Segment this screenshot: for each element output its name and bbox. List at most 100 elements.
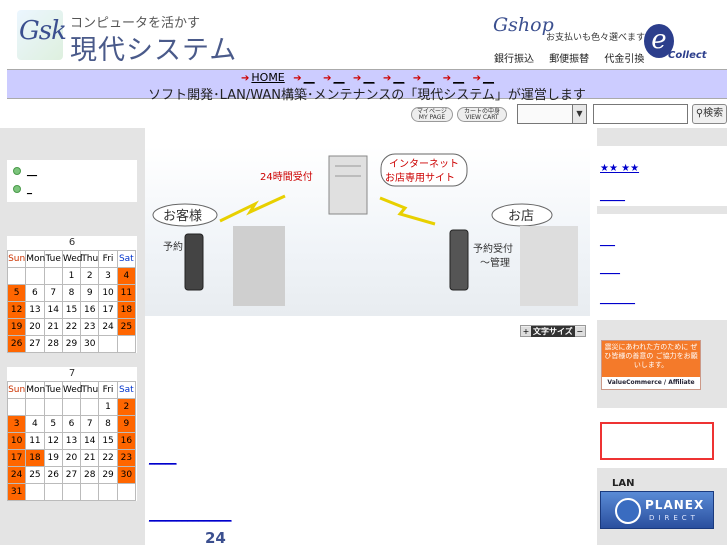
arrow-icon: ➔ bbox=[472, 73, 481, 84]
right-link-2[interactable]: ____ bbox=[600, 264, 620, 275]
calendar-day: 21 bbox=[43, 318, 63, 336]
search-button[interactable]: ⚲検索 bbox=[692, 104, 727, 124]
calendar-day bbox=[43, 483, 63, 501]
internet-text: インターネット bbox=[389, 158, 459, 170]
calendar-weekday: Tue bbox=[43, 381, 63, 399]
calendar-day: 12 bbox=[6, 301, 27, 319]
calendar-day: 14 bbox=[43, 301, 63, 319]
customer-photo bbox=[233, 226, 285, 306]
nav-link-4[interactable]: __ bbox=[393, 71, 404, 84]
font-decrease-button[interactable]: − bbox=[574, 327, 585, 336]
phone-left-icon bbox=[184, 233, 204, 291]
payment-note: お支払いも色々選べます bbox=[546, 33, 646, 43]
view-cart-button[interactable]: カートの中身 VIEW CART bbox=[457, 107, 507, 122]
calendar-day: 15 bbox=[61, 301, 82, 319]
calendar-weekday: Wed bbox=[61, 250, 82, 268]
arrow-icon: ➔ bbox=[442, 73, 452, 84]
calendar-july: 7 Sun Mon Tue Wed Thu Fri Sat 1 2 3 4 5 6 7 8 9 10 11 12 13 1… bbox=[6, 367, 137, 501]
nav-link-7[interactable]: __ bbox=[483, 71, 494, 84]
calendar-day: 18 bbox=[25, 449, 45, 467]
site-name[interactable]: 現代システム bbox=[70, 28, 237, 67]
search-input[interactable] bbox=[593, 104, 688, 124]
globe-icon bbox=[615, 498, 641, 524]
shop-bubble-text: お店 bbox=[508, 209, 534, 224]
calendar-day: 25 bbox=[25, 466, 45, 484]
pay-method-cod: 代金引換 bbox=[604, 54, 645, 65]
nav-link-3[interactable]: __ bbox=[363, 71, 374, 84]
chevron-down-icon[interactable]: ▼ bbox=[572, 105, 586, 123]
calendar-day: 25 bbox=[116, 318, 137, 336]
shop-site-text: お店専用サイト bbox=[385, 171, 455, 184]
arrow-icon: ➔ bbox=[353, 73, 362, 84]
nav-band: ➔ HOME ➔ __ ➔ __ ➔ __ ➔ __ ➔ __ ➔ __ ➔ __ ソフト開発･… bbox=[7, 69, 727, 103]
font-increase-button[interactable]: + bbox=[521, 327, 531, 336]
category-select[interactable]: ▼ bbox=[517, 104, 587, 124]
calendar-day: 28 bbox=[80, 466, 100, 484]
nav-link-2[interactable]: __ bbox=[334, 71, 345, 84]
calendar-day: 10 bbox=[6, 432, 27, 450]
calendar-weekday: Sun bbox=[6, 250, 27, 268]
calendar-weekday: Mon bbox=[25, 381, 45, 399]
nav-link-1[interactable]: __ bbox=[304, 71, 315, 84]
left-menu-link[interactable]: _ bbox=[27, 184, 32, 195]
server-icon bbox=[328, 155, 368, 215]
left-menu-link[interactable]: __ bbox=[27, 166, 37, 177]
center-link-2[interactable]: _______________ bbox=[149, 509, 232, 522]
payment-methods: 銀行振込 郵便振替 代金引換 bbox=[494, 50, 652, 65]
right-link-a[interactable]: _____ bbox=[600, 191, 625, 202]
calendar-day: 16 bbox=[116, 432, 137, 450]
nav-link-5[interactable]: __ bbox=[423, 71, 434, 84]
nav-tagline: ソフト開発･LAN/WAN構築･メンテナンスの「現代システム」が運営します bbox=[148, 88, 586, 103]
calendar-weekday: Thu bbox=[80, 381, 100, 399]
calendar-day: 8 bbox=[61, 284, 82, 302]
font-size-label: 文字サイズ bbox=[531, 326, 575, 337]
center-number: 24 bbox=[205, 529, 226, 545]
gsk-logo[interactable]: Gsk bbox=[17, 10, 69, 62]
left-menu-item[interactable]: __ bbox=[13, 166, 37, 177]
donation-banner[interactable]: 震災にあわれた方のために ぜひ皆様の善意の ご協力をお願いします。 ValueC… bbox=[601, 340, 701, 390]
calendar-weekday: Tue bbox=[43, 250, 63, 268]
calendar-weekday: Thu bbox=[80, 250, 100, 268]
ad-placeholder[interactable] bbox=[600, 422, 714, 460]
calendar-day: 16 bbox=[80, 301, 100, 319]
nav-home-link[interactable]: HOME bbox=[251, 71, 284, 84]
calendar-day: 3 bbox=[98, 267, 118, 285]
calendar-day: 26 bbox=[6, 335, 27, 353]
calendar-weekday: Mon bbox=[25, 250, 45, 268]
arrow-icon: ➔ bbox=[241, 73, 250, 84]
planex-name: PLANEX bbox=[645, 498, 705, 512]
nav-link-6[interactable]: __ bbox=[453, 71, 464, 84]
calendar-month-title: 7 bbox=[68, 368, 76, 379]
left-menu-item[interactable]: _ bbox=[13, 184, 32, 195]
calendar-day: 20 bbox=[25, 318, 45, 336]
calendar-day bbox=[80, 398, 100, 416]
right-link-3[interactable]: _______ bbox=[600, 294, 635, 305]
calendar-day: 23 bbox=[116, 449, 137, 467]
lightning-left-icon bbox=[219, 194, 286, 223]
calendar-day: 21 bbox=[80, 449, 100, 467]
calendar-day bbox=[6, 267, 27, 285]
pay-method-bank: 銀行振込 bbox=[494, 54, 534, 65]
calendar-day: 23 bbox=[80, 318, 100, 336]
calendar-grid: Sun Mon Tue Wed Thu Fri Sat 1 2 3 4 5 6 7 8 9 10 11 12 13 14… bbox=[6, 250, 137, 353]
planex-banner[interactable]: PLANEX DIRECT bbox=[600, 491, 714, 529]
calendar-day: 17 bbox=[6, 449, 27, 467]
right-link-1[interactable]: ___ bbox=[600, 236, 615, 247]
calendar-day: 1 bbox=[98, 398, 118, 416]
shopkeeper-photo bbox=[520, 226, 578, 306]
valuecommerce-brand: ValueCommerce / Affiliate bbox=[602, 377, 700, 389]
calendar-weekday: Sat bbox=[116, 381, 137, 399]
calendar-day: 6 bbox=[61, 415, 82, 433]
calendar-day: 2 bbox=[80, 267, 100, 285]
right-top-link[interactable]: ★★ ★★ bbox=[600, 163, 639, 174]
center-link-1[interactable]: _____ bbox=[149, 452, 177, 465]
mypage-button[interactable]: マイページ MY PAGE bbox=[411, 107, 453, 122]
calendar-day bbox=[80, 483, 100, 501]
calendar-day bbox=[116, 483, 137, 501]
logo-text: Gsk bbox=[19, 16, 67, 46]
bullet-icon bbox=[13, 185, 21, 193]
arrow-icon: ➔ bbox=[382, 73, 392, 84]
calendar-day: 20 bbox=[61, 449, 82, 467]
phone-right-icon bbox=[449, 229, 469, 291]
calendar-day: 7 bbox=[80, 415, 100, 433]
